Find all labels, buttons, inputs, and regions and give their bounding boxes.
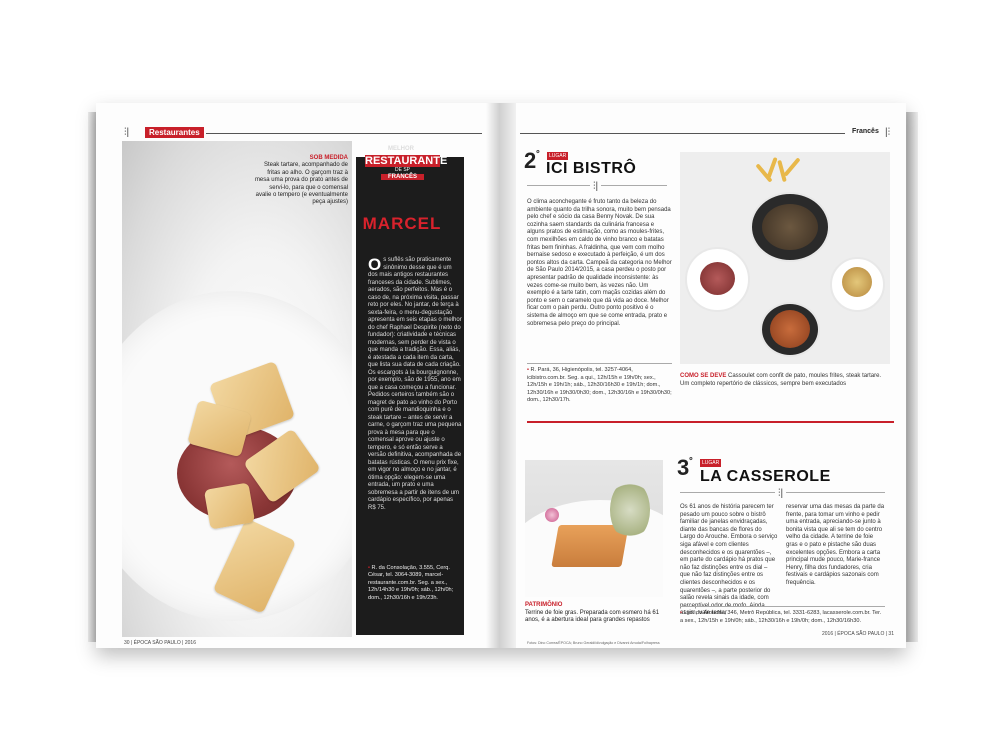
tartare-shape (700, 262, 735, 295)
badge-line1: RESTAURANTE (365, 155, 448, 167)
badge-line2: DE SP (394, 167, 410, 173)
photo-credits: Fotos: Dino Correa/ÉPOCA; Bruno Geraldi/… (527, 641, 660, 645)
ici-address: • R. Pará, 36, Higienópolis, tel. 3257-4… (527, 367, 672, 405)
restaurant-name-casserole: LA CASSEROLE (700, 468, 831, 485)
spine-shadow (486, 103, 516, 648)
marcel-review: O s suflês são praticamente sinônimo des… (368, 255, 462, 512)
sprouts-shape (610, 480, 650, 540)
rule (527, 363, 672, 364)
rank-value: 2 (524, 148, 537, 173)
restaurant-name-marcel: MARCEL (362, 214, 442, 233)
rank-suffix: º (689, 455, 693, 465)
section-tag: Restaurantes (145, 127, 204, 138)
ici-address-text: R. Pará, 36, Higienópolis, tel. 3257-406… (527, 367, 672, 404)
caption-kicker: SOB MEDIDA (309, 155, 348, 161)
casserole-review-col1: Os 61 anos de história parecem ter pesad… (680, 504, 778, 617)
fries-shape (783, 157, 801, 177)
casserole-photo (525, 460, 663, 597)
casserole-review-col2: reservar uma das mesas da parte da frent… (786, 504, 885, 586)
ici-bistro-photo (680, 152, 890, 364)
place-tag: LUGAR (547, 152, 569, 160)
cassoulet-shape (770, 310, 810, 348)
rank-suffix: º (536, 148, 540, 158)
place-tag: LUGAR (700, 459, 722, 467)
chip-shape (203, 482, 256, 530)
mussels-shape (762, 204, 818, 250)
casserole-address-text: Lgo. do Arouche, 346, Metrô República, t… (680, 610, 882, 624)
right-footer: 2016 | ÉPOCA SÃO PAULO | 31 (822, 631, 894, 637)
award-badge: RESTAURANTE DE SP FRANCÊS (365, 155, 448, 200)
rank-number: 3º (677, 455, 693, 481)
photo-caption-left: SOB MEDIDA Steak tartare, acompanhado de… (252, 155, 348, 207)
ici-photo-caption: COMO SE DEVE Cassoulet com confit de pat… (680, 373, 890, 388)
caption-text: Steak tartare, acompanhado de fritas ao … (254, 162, 348, 206)
cutlery-icon: |⫶ (885, 127, 891, 138)
award-top-label: MELHOR (388, 146, 414, 152)
section-divider (527, 421, 894, 423)
marcel-review-text: s suflês são praticamente sinônimo desse… (368, 257, 462, 511)
bullet-icon: • (368, 565, 370, 571)
bullet-icon: • (527, 367, 529, 373)
rank-value: 3 (677, 455, 690, 480)
bullet-icon: • (680, 610, 682, 616)
badge-line3: FRANCÊS (381, 174, 424, 180)
section-tag-right: Francês (852, 128, 879, 135)
rule (680, 606, 885, 607)
marcel-address: • R. da Consolação, 3.555, Cerq. César, … (368, 565, 462, 602)
casserole-address: • Lgo. do Arouche, 346, Metrô República,… (680, 610, 885, 625)
caption-kicker: COMO SE DEVE (680, 373, 727, 379)
ici-review: O clima aconchegante é fruto tanto da be… (527, 199, 672, 327)
cutlery-icon: ⫶| (124, 127, 130, 138)
restaurant-name-ici: ICI BISTRÔ (546, 160, 637, 177)
caption-kicker: PATRIMÔNIO (525, 602, 563, 608)
dropcap: O (368, 255, 382, 274)
food-shape (842, 267, 872, 297)
marcel-address-text: R. da Consolação, 3.555, Cerq. César, te… (368, 565, 454, 601)
steak-tartare-photo (122, 141, 352, 637)
caption-text: Terrine de foie gras. Preparada com esme… (525, 609, 660, 624)
left-footer: 30 | ÉPOCA SÃO PAULO | 2016 (124, 640, 196, 646)
casserole-photo-caption: PATRIMÔNIO Terrine de foie gras. Prepara… (525, 602, 663, 625)
header-rule-left (206, 133, 482, 134)
flower-shape (545, 508, 559, 522)
rank-number: 2º (524, 148, 540, 174)
header-rule-right (520, 133, 845, 134)
cutlery-icon: ⫶| (590, 181, 602, 192)
cutlery-icon: ⫶| (775, 488, 787, 499)
